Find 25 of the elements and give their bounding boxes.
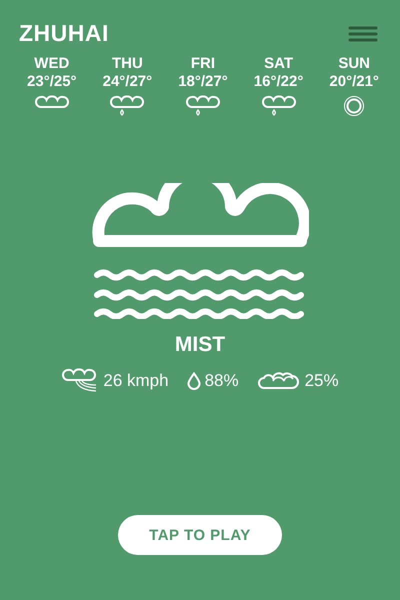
day-name: FRI bbox=[190, 55, 216, 72]
weather-condition: MIST bbox=[174, 333, 226, 357]
rain-cloud-icon bbox=[109, 95, 146, 117]
temperature-range: 16°/22° bbox=[254, 72, 304, 91]
city-name: ZHUHAI bbox=[19, 20, 109, 47]
rain-cloud-icon bbox=[184, 95, 221, 117]
menu-icon[interactable] bbox=[348, 26, 378, 42]
day-name: SAT bbox=[264, 55, 294, 72]
day-name: THU bbox=[112, 55, 143, 72]
stat-value: 26 kmph bbox=[103, 371, 169, 391]
stat-value: 25% bbox=[304, 371, 339, 391]
drop-icon bbox=[186, 372, 201, 390]
cloud-icon bbox=[34, 95, 70, 109]
temperature-range: 20°/21° bbox=[329, 72, 379, 91]
clouds-icon bbox=[256, 372, 301, 390]
temperature-range: 18°/27° bbox=[178, 72, 228, 91]
play-button[interactable]: TAP TO PLAY bbox=[118, 515, 282, 555]
mist-icon bbox=[91, 183, 309, 319]
temperature-range: 24°/27° bbox=[102, 72, 152, 91]
stat-value: 88% bbox=[204, 371, 239, 391]
day-name: WED bbox=[34, 55, 70, 72]
rain-cloud-icon bbox=[260, 95, 297, 117]
temperature-range: 23°/25° bbox=[27, 72, 77, 91]
sun-icon bbox=[343, 95, 366, 117]
day-name: SUN bbox=[338, 55, 370, 72]
